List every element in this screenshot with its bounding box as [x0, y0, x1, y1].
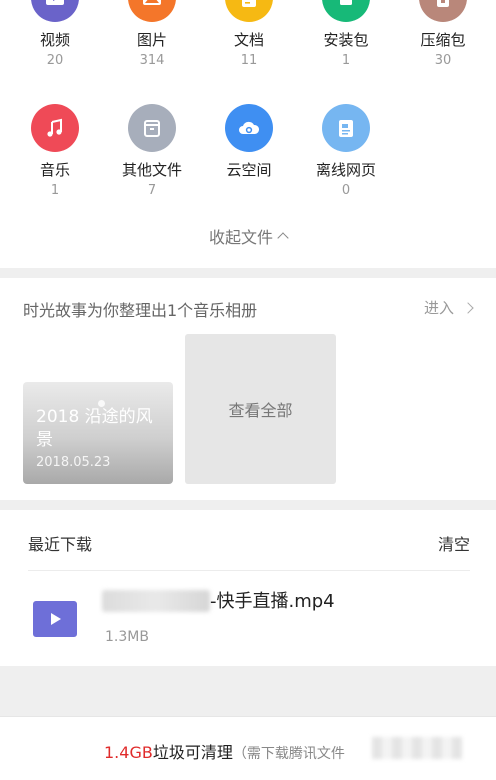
cleanup-note: （需下载腾讯文件	[232, 746, 345, 762]
other-circle	[128, 104, 176, 152]
music-circle	[31, 104, 79, 152]
document-icon	[242, 0, 256, 7]
category-document[interactable]: 文档 11	[201, 0, 297, 69]
collapse-files-button[interactable]: 收起文件	[0, 226, 496, 250]
android-icon	[340, 0, 352, 5]
recent-title: 最近下载	[28, 535, 93, 554]
story-section: 时光故事为你整理出1个音乐相册 进入 2018 沿途的风景 2018.05.23…	[0, 278, 496, 500]
category-label: 音乐	[39, 161, 70, 179]
category-count: 1	[341, 53, 351, 68]
category-video[interactable]: 视频 20	[7, 0, 103, 69]
file-size: 1.3MB	[105, 629, 149, 645]
image-circle	[128, 0, 176, 22]
file-category-grid: 视频 20 图片 314 文档 11 安装包 1 压缩包 30 音乐 1 其他文…	[0, 0, 496, 268]
category-label: 离线网页	[315, 161, 376, 179]
file-name: -快手直播.mp4	[210, 591, 335, 612]
category-count: 30	[434, 53, 452, 68]
recent-downloads-section: 最近下载 清空 -快手直播.mp4 1.3MB	[0, 510, 496, 666]
video-icon	[46, 0, 64, 5]
category-label: 云空间	[226, 161, 272, 179]
cloud-icon	[239, 121, 260, 134]
cleanup-banner[interactable]: 1.4GB垃圾可清理（需下载腾讯文件	[0, 716, 496, 780]
category-archive[interactable]: 压缩包 30	[395, 0, 491, 69]
box-icon	[144, 120, 160, 137]
category-other[interactable]: 其他文件 7	[104, 104, 200, 199]
divider	[28, 570, 470, 571]
collapse-label: 收起文件	[208, 228, 273, 247]
video-file-icon	[33, 601, 77, 637]
blurred-filename	[102, 590, 210, 612]
section-divider	[0, 268, 496, 278]
category-label: 其他文件	[121, 161, 182, 179]
empty-area	[0, 666, 496, 716]
album-card[interactable]: 2018 沿途的风景 2018.05.23	[23, 382, 173, 484]
category-label: 文档	[233, 31, 264, 49]
section-divider	[0, 500, 496, 510]
cloud-circle	[225, 104, 273, 152]
image-icon	[143, 0, 161, 5]
archive-circle	[419, 0, 467, 22]
category-music[interactable]: 音乐 1	[7, 104, 103, 199]
cleanup-text: 1.4GB垃圾可清理（需下载腾讯文件	[104, 739, 345, 763]
category-offline-webpage[interactable]: 离线网页 0	[298, 104, 394, 199]
view-all-button[interactable]: 查看全部	[185, 334, 336, 484]
category-label: 图片	[136, 31, 167, 49]
category-count: 11	[240, 53, 258, 68]
junk-size: 1.4GB	[104, 743, 153, 762]
clear-button[interactable]: 清空	[438, 531, 470, 555]
category-count: 7	[147, 183, 157, 198]
category-count: 314	[139, 53, 165, 68]
album-title: 2018 沿途的风景	[36, 407, 153, 450]
music-icon	[47, 118, 62, 137]
cleanup-label: 垃圾可清理	[152, 743, 233, 762]
category-label: 压缩包	[420, 31, 466, 49]
category-label: 视频	[39, 31, 70, 49]
video-circle	[31, 0, 79, 22]
category-label: 安装包	[323, 31, 369, 49]
document-circle	[225, 0, 273, 22]
album-date: 2018.05.23	[36, 455, 111, 470]
story-enter-link[interactable]: 进入	[423, 297, 474, 318]
chevron-right-icon	[462, 302, 474, 314]
apk-circle	[322, 0, 370, 22]
category-image[interactable]: 图片 314	[104, 0, 200, 69]
story-title: 时光故事为你整理出1个音乐相册	[23, 301, 258, 320]
category-cloud[interactable]: 云空间	[201, 104, 297, 180]
webpage-icon	[339, 120, 353, 137]
chevron-up-icon	[277, 232, 289, 244]
category-count: 0	[341, 183, 351, 198]
category-apk[interactable]: 安装包 1	[298, 0, 394, 69]
webpage-circle	[322, 104, 370, 152]
archive-icon	[437, 0, 449, 7]
category-count: 20	[46, 53, 64, 68]
blurred-text	[372, 737, 462, 759]
category-count: 1	[50, 183, 60, 198]
enter-label: 进入	[423, 299, 454, 317]
